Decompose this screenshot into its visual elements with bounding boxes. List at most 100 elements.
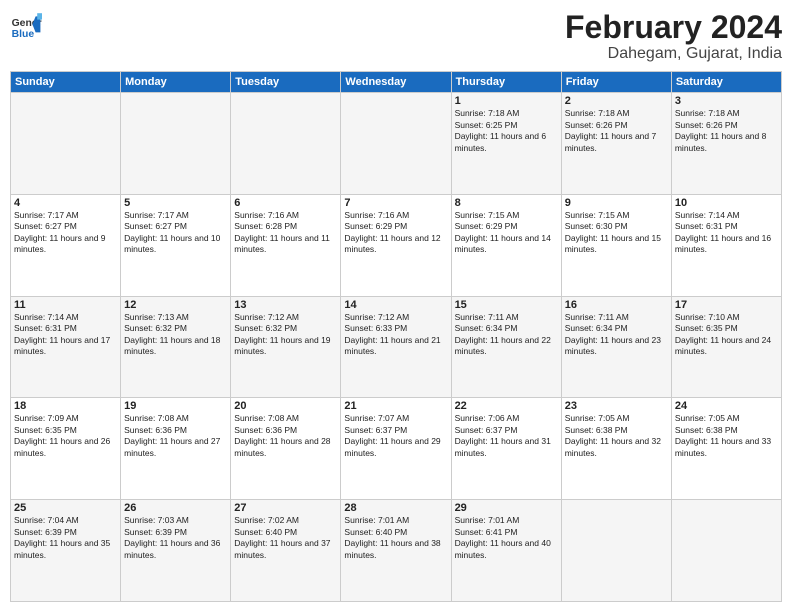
table-row: 29Sunrise: 7:01 AMSunset: 6:41 PMDayligh… (451, 500, 561, 602)
table-row: 18Sunrise: 7:09 AMSunset: 6:35 PMDayligh… (11, 398, 121, 500)
svg-text:Blue: Blue (12, 29, 35, 40)
table-row: 3Sunrise: 7:18 AMSunset: 6:26 PMDaylight… (671, 93, 781, 195)
col-sunday: Sunday (11, 72, 121, 93)
calendar-week-row: 18Sunrise: 7:09 AMSunset: 6:35 PMDayligh… (11, 398, 782, 500)
day-number: 28 (344, 502, 447, 514)
calendar-week-row: 25Sunrise: 7:04 AMSunset: 6:39 PMDayligh… (11, 500, 782, 602)
table-row: 9Sunrise: 7:15 AMSunset: 6:30 PMDaylight… (561, 194, 671, 296)
day-number: 5 (124, 197, 227, 209)
day-info: Sunrise: 7:04 AMSunset: 6:39 PMDaylight:… (14, 515, 117, 561)
table-row: 4Sunrise: 7:17 AMSunset: 6:27 PMDaylight… (11, 194, 121, 296)
table-row: 27Sunrise: 7:02 AMSunset: 6:40 PMDayligh… (231, 500, 341, 602)
day-number: 24 (675, 400, 778, 412)
table-row: 7Sunrise: 7:16 AMSunset: 6:29 PMDaylight… (341, 194, 451, 296)
table-row: 15Sunrise: 7:11 AMSunset: 6:34 PMDayligh… (451, 296, 561, 398)
logo: General Blue (10, 10, 42, 42)
day-number: 6 (234, 197, 337, 209)
table-row: 11Sunrise: 7:14 AMSunset: 6:31 PMDayligh… (11, 296, 121, 398)
day-info: Sunrise: 7:05 AMSunset: 6:38 PMDaylight:… (675, 413, 778, 459)
table-row: 14Sunrise: 7:12 AMSunset: 6:33 PMDayligh… (341, 296, 451, 398)
day-info: Sunrise: 7:05 AMSunset: 6:38 PMDaylight:… (565, 413, 668, 459)
day-info: Sunrise: 7:09 AMSunset: 6:35 PMDaylight:… (14, 413, 117, 459)
day-number: 26 (124, 502, 227, 514)
col-friday: Friday (561, 72, 671, 93)
day-number: 17 (675, 299, 778, 311)
day-number: 1 (455, 95, 558, 107)
day-number: 3 (675, 95, 778, 107)
day-info: Sunrise: 7:18 AMSunset: 6:26 PMDaylight:… (675, 108, 778, 154)
day-info: Sunrise: 7:16 AMSunset: 6:29 PMDaylight:… (344, 210, 447, 256)
col-wednesday: Wednesday (341, 72, 451, 93)
table-row (561, 500, 671, 602)
day-number: 27 (234, 502, 337, 514)
month-title: February 2024 (565, 10, 782, 45)
calendar-week-row: 11Sunrise: 7:14 AMSunset: 6:31 PMDayligh… (11, 296, 782, 398)
table-row: 20Sunrise: 7:08 AMSunset: 6:36 PMDayligh… (231, 398, 341, 500)
day-number: 12 (124, 299, 227, 311)
day-info: Sunrise: 7:10 AMSunset: 6:35 PMDaylight:… (675, 312, 778, 358)
day-info: Sunrise: 7:11 AMSunset: 6:34 PMDaylight:… (565, 312, 668, 358)
table-row: 22Sunrise: 7:06 AMSunset: 6:37 PMDayligh… (451, 398, 561, 500)
table-row: 6Sunrise: 7:16 AMSunset: 6:28 PMDaylight… (231, 194, 341, 296)
page-container: General Blue February 2024 Dahegam, Guja… (0, 0, 792, 612)
day-number: 7 (344, 197, 447, 209)
day-info: Sunrise: 7:08 AMSunset: 6:36 PMDaylight:… (124, 413, 227, 459)
day-number: 20 (234, 400, 337, 412)
col-tuesday: Tuesday (231, 72, 341, 93)
day-info: Sunrise: 7:16 AMSunset: 6:28 PMDaylight:… (234, 210, 337, 256)
day-info: Sunrise: 7:12 AMSunset: 6:32 PMDaylight:… (234, 312, 337, 358)
day-info: Sunrise: 7:06 AMSunset: 6:37 PMDaylight:… (455, 413, 558, 459)
day-number: 21 (344, 400, 447, 412)
calendar-week-row: 1Sunrise: 7:18 AMSunset: 6:25 PMDaylight… (11, 93, 782, 195)
location-subtitle: Dahegam, Gujarat, India (565, 45, 782, 63)
day-info: Sunrise: 7:15 AMSunset: 6:30 PMDaylight:… (565, 210, 668, 256)
day-number: 22 (455, 400, 558, 412)
day-number: 15 (455, 299, 558, 311)
day-info: Sunrise: 7:11 AMSunset: 6:34 PMDaylight:… (455, 312, 558, 358)
day-number: 29 (455, 502, 558, 514)
calendar-header-row: Sunday Monday Tuesday Wednesday Thursday… (11, 72, 782, 93)
day-info: Sunrise: 7:18 AMSunset: 6:25 PMDaylight:… (455, 108, 558, 154)
table-row: 16Sunrise: 7:11 AMSunset: 6:34 PMDayligh… (561, 296, 671, 398)
calendar-week-row: 4Sunrise: 7:17 AMSunset: 6:27 PMDaylight… (11, 194, 782, 296)
day-number: 10 (675, 197, 778, 209)
table-row: 17Sunrise: 7:10 AMSunset: 6:35 PMDayligh… (671, 296, 781, 398)
day-number: 25 (14, 502, 117, 514)
day-number: 4 (14, 197, 117, 209)
table-row: 23Sunrise: 7:05 AMSunset: 6:38 PMDayligh… (561, 398, 671, 500)
table-row: 21Sunrise: 7:07 AMSunset: 6:37 PMDayligh… (341, 398, 451, 500)
day-info: Sunrise: 7:17 AMSunset: 6:27 PMDaylight:… (14, 210, 117, 256)
day-info: Sunrise: 7:12 AMSunset: 6:33 PMDaylight:… (344, 312, 447, 358)
day-number: 8 (455, 197, 558, 209)
table-row (11, 93, 121, 195)
col-thursday: Thursday (451, 72, 561, 93)
header: General Blue February 2024 Dahegam, Guja… (10, 10, 782, 63)
day-number: 18 (14, 400, 117, 412)
logo-icon: General Blue (10, 10, 42, 42)
table-row: 24Sunrise: 7:05 AMSunset: 6:38 PMDayligh… (671, 398, 781, 500)
day-info: Sunrise: 7:18 AMSunset: 6:26 PMDaylight:… (565, 108, 668, 154)
table-row: 13Sunrise: 7:12 AMSunset: 6:32 PMDayligh… (231, 296, 341, 398)
day-number: 23 (565, 400, 668, 412)
day-number: 11 (14, 299, 117, 311)
table-row (231, 93, 341, 195)
table-row: 10Sunrise: 7:14 AMSunset: 6:31 PMDayligh… (671, 194, 781, 296)
day-info: Sunrise: 7:14 AMSunset: 6:31 PMDaylight:… (675, 210, 778, 256)
table-row: 12Sunrise: 7:13 AMSunset: 6:32 PMDayligh… (121, 296, 231, 398)
table-row: 8Sunrise: 7:15 AMSunset: 6:29 PMDaylight… (451, 194, 561, 296)
table-row: 2Sunrise: 7:18 AMSunset: 6:26 PMDaylight… (561, 93, 671, 195)
day-number: 13 (234, 299, 337, 311)
table-row (121, 93, 231, 195)
day-info: Sunrise: 7:13 AMSunset: 6:32 PMDaylight:… (124, 312, 227, 358)
day-number: 19 (124, 400, 227, 412)
title-block: February 2024 Dahegam, Gujarat, India (565, 10, 782, 63)
table-row (341, 93, 451, 195)
table-row: 25Sunrise: 7:04 AMSunset: 6:39 PMDayligh… (11, 500, 121, 602)
day-info: Sunrise: 7:14 AMSunset: 6:31 PMDaylight:… (14, 312, 117, 358)
calendar-table: Sunday Monday Tuesday Wednesday Thursday… (10, 71, 782, 602)
day-number: 14 (344, 299, 447, 311)
day-info: Sunrise: 7:01 AMSunset: 6:41 PMDaylight:… (455, 515, 558, 561)
day-number: 9 (565, 197, 668, 209)
col-saturday: Saturday (671, 72, 781, 93)
table-row: 1Sunrise: 7:18 AMSunset: 6:25 PMDaylight… (451, 93, 561, 195)
